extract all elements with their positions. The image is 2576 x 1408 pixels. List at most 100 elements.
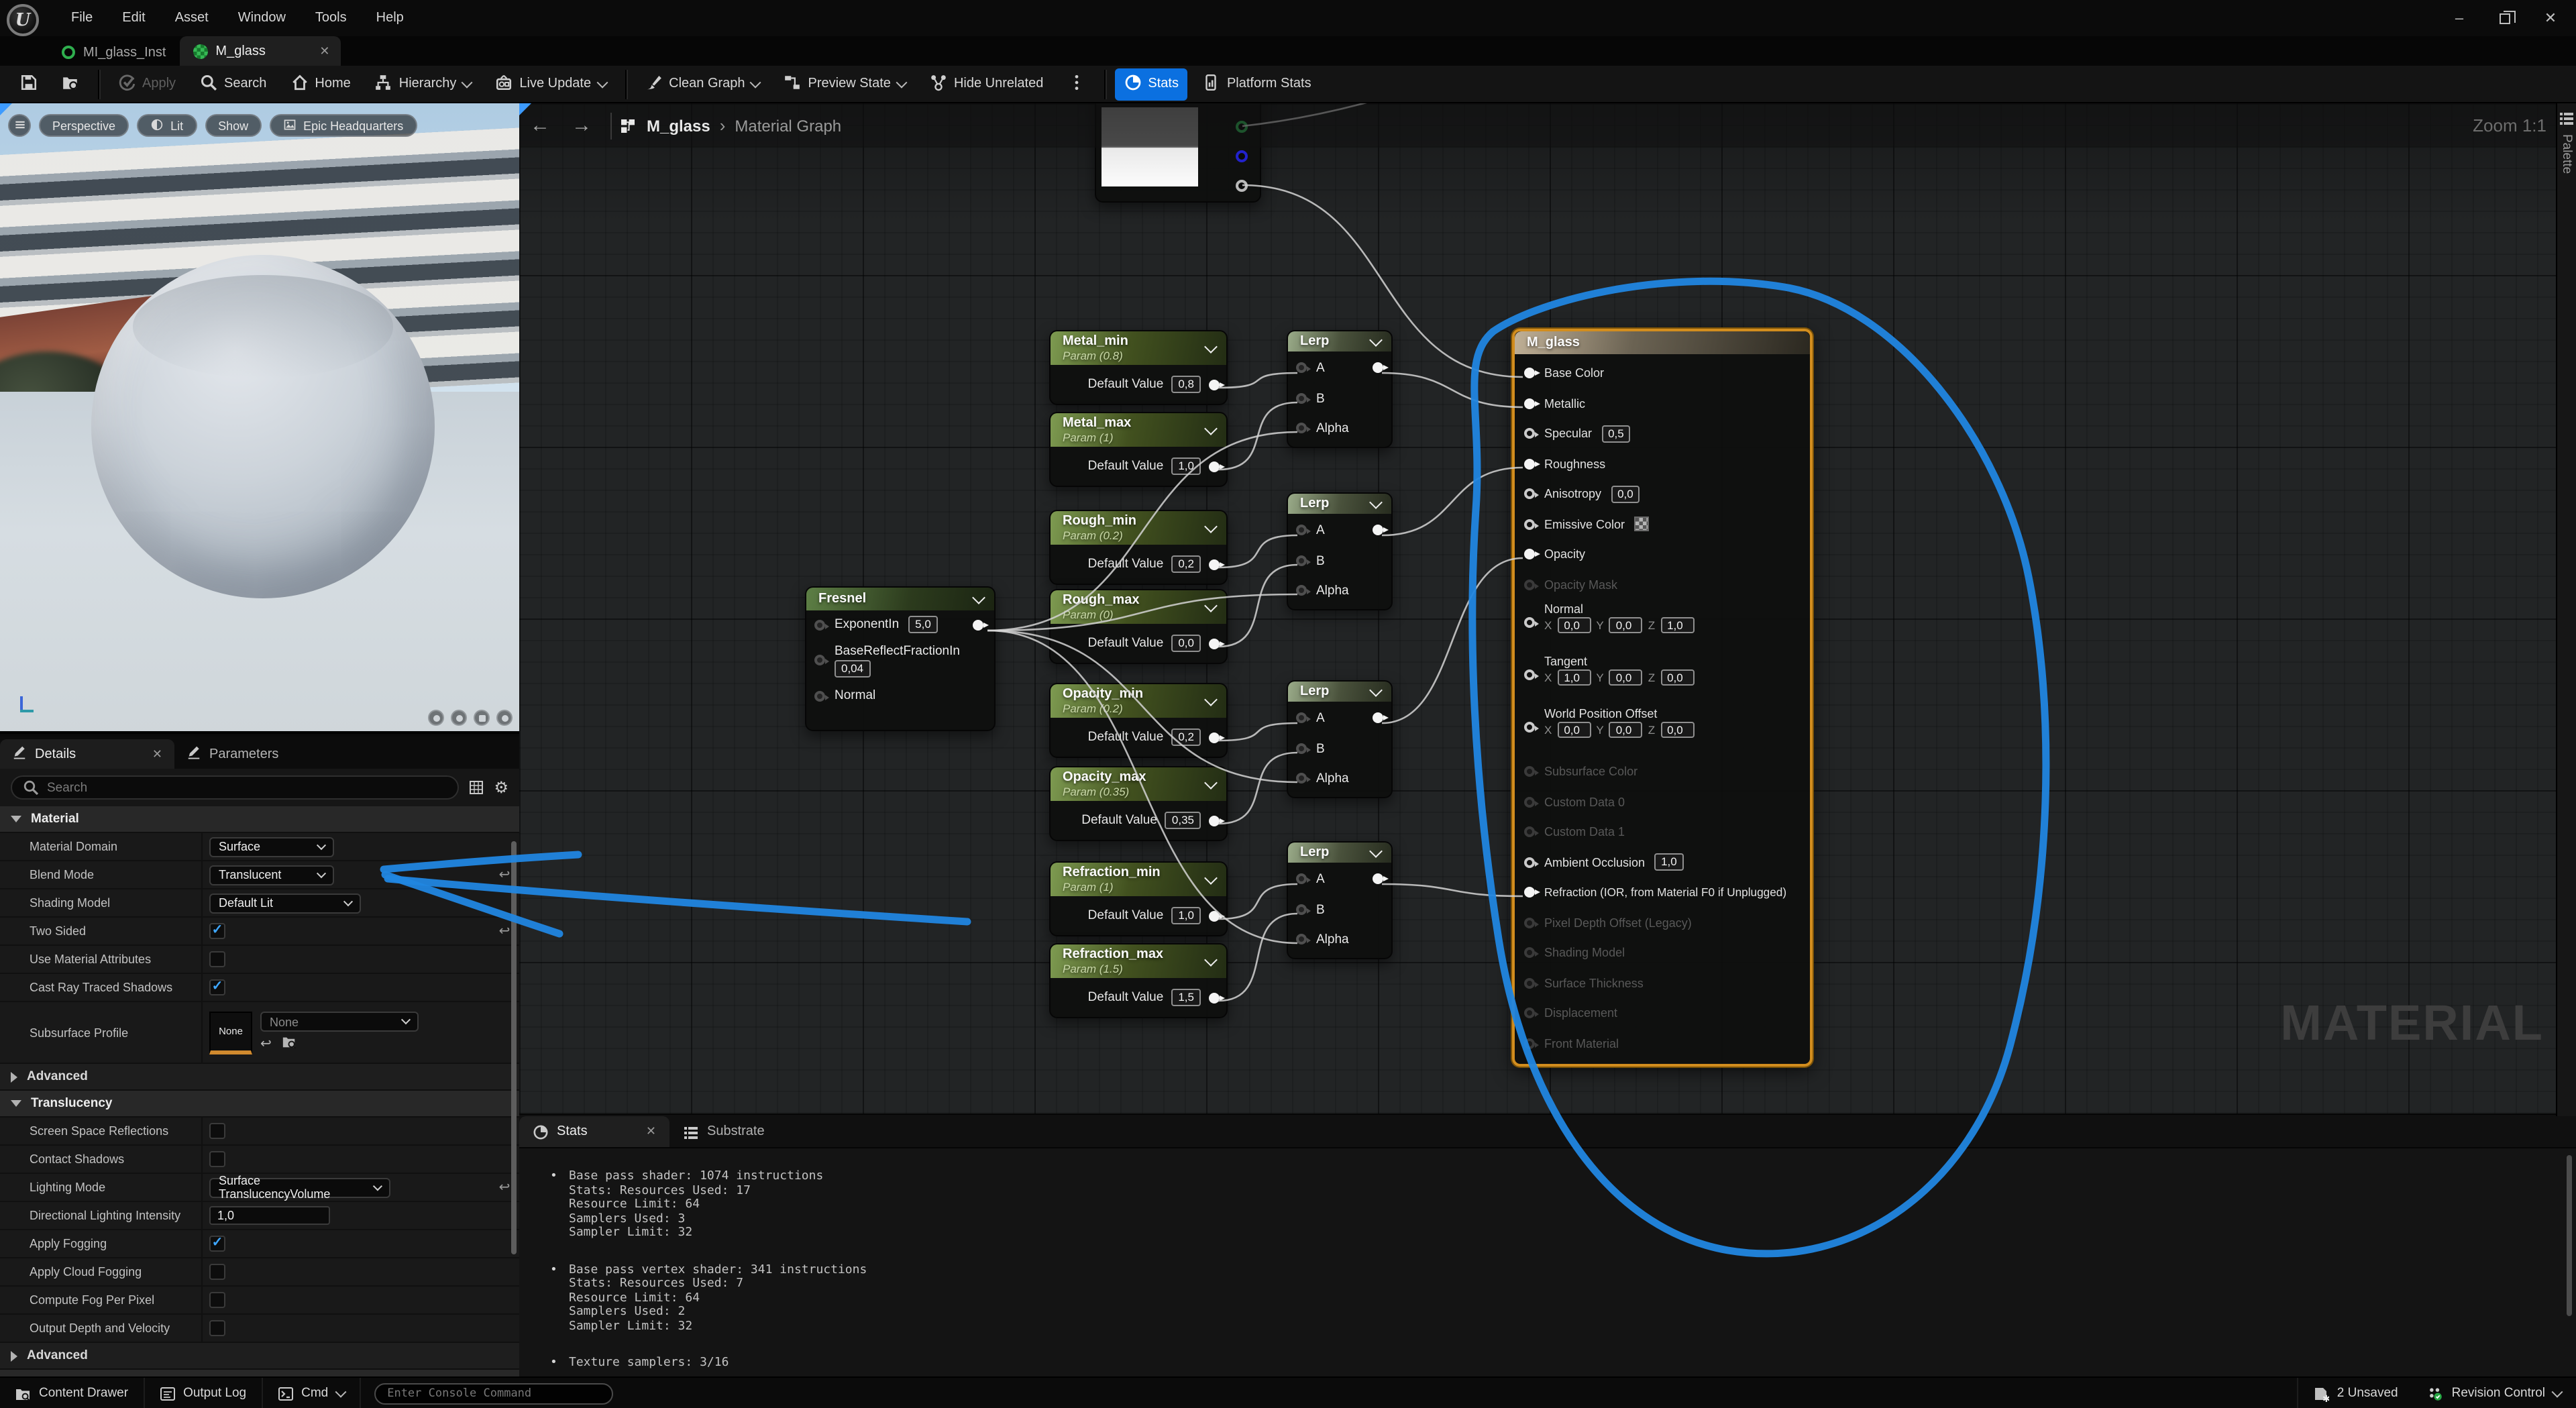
material-input-pin[interactable] bbox=[1524, 429, 1535, 439]
directional-lighting-intensity-input[interactable]: 1,0 bbox=[209, 1206, 330, 1225]
lerp-node-3[interactable]: Lerp A B Alpha bbox=[1287, 680, 1393, 798]
hide-unrelated-button[interactable]: Hide Unrelated bbox=[920, 68, 1053, 100]
output-pin[interactable] bbox=[1209, 379, 1220, 390]
stats-scrollbar[interactable] bbox=[2567, 1155, 2572, 1316]
apply-fogging-checkbox[interactable]: ✓ bbox=[209, 1236, 225, 1252]
contact-shadows-checkbox[interactable] bbox=[209, 1151, 225, 1167]
stats-button[interactable]: Stats bbox=[1114, 68, 1188, 100]
material-input-pin[interactable] bbox=[1524, 797, 1535, 808]
param-node-rough_min[interactable]: Rough_min Param (0.2) Default Value 0,2 bbox=[1049, 510, 1228, 585]
more-button[interactable] bbox=[1058, 68, 1094, 100]
tab-substrate[interactable]: Substrate bbox=[669, 1116, 778, 1147]
material-input-pin[interactable] bbox=[1524, 1008, 1535, 1019]
tab-parameters[interactable]: Parameters bbox=[174, 739, 290, 769]
section-advanced-collapsed[interactable]: Advanced bbox=[0, 1343, 519, 1370]
input-pin-b[interactable] bbox=[1296, 904, 1307, 915]
details-search-input[interactable]: Search bbox=[11, 775, 459, 800]
material-input-pin[interactable] bbox=[1524, 1038, 1535, 1049]
details-scrollbar[interactable] bbox=[511, 841, 517, 1254]
section-translucency[interactable]: Translucency bbox=[0, 1091, 519, 1118]
tab-close-icon[interactable]: ✕ bbox=[627, 1124, 656, 1139]
preview-viewport[interactable]: PerspectiveLitShowEpic Headquarters bbox=[0, 103, 519, 734]
show-button[interactable]: Show bbox=[205, 114, 262, 137]
param-node-opacity_max[interactable]: Opacity_max Param (0.35) Default Value 0… bbox=[1049, 766, 1228, 841]
menu-asset[interactable]: Asset bbox=[163, 7, 221, 30]
material-input-pin[interactable] bbox=[1524, 519, 1535, 530]
close-button[interactable]: ✕ bbox=[2533, 5, 2568, 32]
tab-stats[interactable]: Stats ✕ bbox=[519, 1116, 669, 1147]
fresnel-node[interactable]: Fresnel ExponentIn5,0 BaseReflectFractio… bbox=[805, 586, 996, 731]
output-pin-white[interactable] bbox=[1236, 180, 1248, 192]
material-input-pin[interactable] bbox=[1524, 722, 1535, 733]
material-input-pin[interactable] bbox=[1524, 857, 1535, 868]
input-pin[interactable] bbox=[814, 655, 825, 665]
output-pin[interactable] bbox=[973, 619, 983, 630]
material-input-pin[interactable] bbox=[1524, 617, 1535, 628]
input-pin-a[interactable] bbox=[1296, 712, 1307, 723]
input-pin[interactable] bbox=[814, 690, 825, 701]
input-pin-b[interactable] bbox=[1296, 393, 1307, 404]
apply-cloud-fogging-checkbox[interactable] bbox=[209, 1264, 225, 1280]
tab-close-icon[interactable]: ✕ bbox=[301, 44, 329, 58]
tab-m-glass[interactable]: M_glass ✕ bbox=[179, 36, 340, 66]
use-material-attributes-checkbox[interactable] bbox=[209, 951, 225, 967]
tab-mi-glass-inst[interactable]: MI_glass_Inst bbox=[48, 39, 179, 66]
material-input-pin[interactable] bbox=[1524, 669, 1535, 680]
maximize-button[interactable] bbox=[2487, 5, 2522, 32]
viewport-menu-button[interactable] bbox=[8, 114, 31, 137]
settings-gear-icon[interactable]: ⚙ bbox=[494, 779, 508, 796]
menu-tools[interactable]: Tools bbox=[303, 7, 359, 30]
lit-button[interactable]: Lit bbox=[137, 114, 197, 137]
shading-model-dropdown[interactable]: Default Lit bbox=[209, 893, 361, 913]
param-node-refraction_max[interactable]: Refraction_max Param (1.5) Default Value… bbox=[1049, 943, 1228, 1018]
perspective-button[interactable]: Perspective bbox=[39, 114, 129, 137]
live-update-button[interactable]: Live Update bbox=[486, 68, 615, 100]
content-drawer-button[interactable]: Content Drawer bbox=[0, 1378, 144, 1408]
color-swatch-checker[interactable] bbox=[1634, 517, 1649, 532]
preview-state-button[interactable]: Preview State bbox=[775, 68, 915, 100]
home-button[interactable]: Home bbox=[281, 68, 360, 100]
input-pin-alpha[interactable] bbox=[1296, 773, 1307, 783]
material-input-pin[interactable] bbox=[1524, 398, 1535, 409]
material-input-pin[interactable] bbox=[1524, 489, 1535, 500]
output-pin[interactable] bbox=[1209, 638, 1220, 649]
menu-edit[interactable]: Edit bbox=[110, 7, 157, 30]
use-selected-asset-icon[interactable]: ↩ bbox=[260, 1036, 272, 1051]
subsurface-profile-thumbnail[interactable]: None bbox=[209, 1011, 252, 1054]
search-button[interactable]: Search bbox=[191, 68, 276, 100]
param-node-metal_min[interactable]: Metal_min Param (0.8) Default Value 0,8 bbox=[1049, 330, 1228, 405]
lerp-node-1[interactable]: Lerp A B Alpha bbox=[1287, 330, 1393, 448]
breadcrumb-asset[interactable]: M_glass bbox=[647, 116, 710, 135]
console-command-input[interactable]: Enter Console Command bbox=[374, 1383, 612, 1404]
output-pin[interactable] bbox=[1209, 815, 1220, 826]
two-sided-checkbox[interactable]: ✓ bbox=[209, 923, 225, 939]
param-node-metal_max[interactable]: Metal_max Param (1) Default Value 1,0 bbox=[1049, 412, 1228, 487]
param-node-opacity_min[interactable]: Opacity_min Param (0.2) Default Value 0,… bbox=[1049, 683, 1228, 758]
material-input-pin[interactable] bbox=[1524, 459, 1535, 470]
tab-details[interactable]: Details ✕ bbox=[0, 739, 174, 769]
material-input-pin[interactable] bbox=[1524, 978, 1535, 989]
material-input-pin[interactable] bbox=[1524, 948, 1535, 959]
nav-back-button[interactable]: ← bbox=[519, 115, 561, 136]
preview-shape-teapot-button[interactable] bbox=[496, 710, 513, 726]
param-node-refraction_min[interactable]: Refraction_min Param (1) Default Value 1… bbox=[1049, 861, 1228, 936]
input-pin-alpha[interactable] bbox=[1296, 585, 1307, 596]
input-pin-alpha[interactable] bbox=[1296, 423, 1307, 433]
platform-stats-button[interactable]: Platform Stats bbox=[1193, 68, 1321, 100]
unsaved-assets-button[interactable]: ✱ 2 Unsaved bbox=[2297, 1378, 2413, 1408]
output-pin[interactable] bbox=[1373, 873, 1383, 884]
lighting-mode-dropdown[interactable]: Surface TranslucencyVolume bbox=[209, 1177, 390, 1197]
output-pin[interactable] bbox=[1373, 362, 1383, 373]
menu-file[interactable]: File bbox=[59, 7, 105, 30]
material-graph-canvas[interactable]: Fresnel ExponentIn5,0 BaseReflectFractio… bbox=[519, 103, 2576, 1376]
material-domain-dropdown[interactable]: Surface bbox=[209, 836, 334, 857]
material-input-pin[interactable] bbox=[1524, 887, 1535, 898]
param-node-rough_max[interactable]: Rough_max Param (0) Default Value 0,0 bbox=[1049, 589, 1228, 664]
material-input-pin[interactable] bbox=[1524, 580, 1535, 590]
nav-forward-button[interactable]: → bbox=[561, 115, 602, 136]
section-group-sorting[interactable]: Group Sorting bbox=[0, 1370, 519, 1376]
screen-space-reflections-checkbox[interactable] bbox=[209, 1123, 225, 1139]
view-options-grid-icon[interactable] bbox=[468, 779, 484, 796]
output-pin[interactable] bbox=[1209, 559, 1220, 570]
cast-ray-traced-shadows-checkbox[interactable]: ✓ bbox=[209, 979, 225, 995]
